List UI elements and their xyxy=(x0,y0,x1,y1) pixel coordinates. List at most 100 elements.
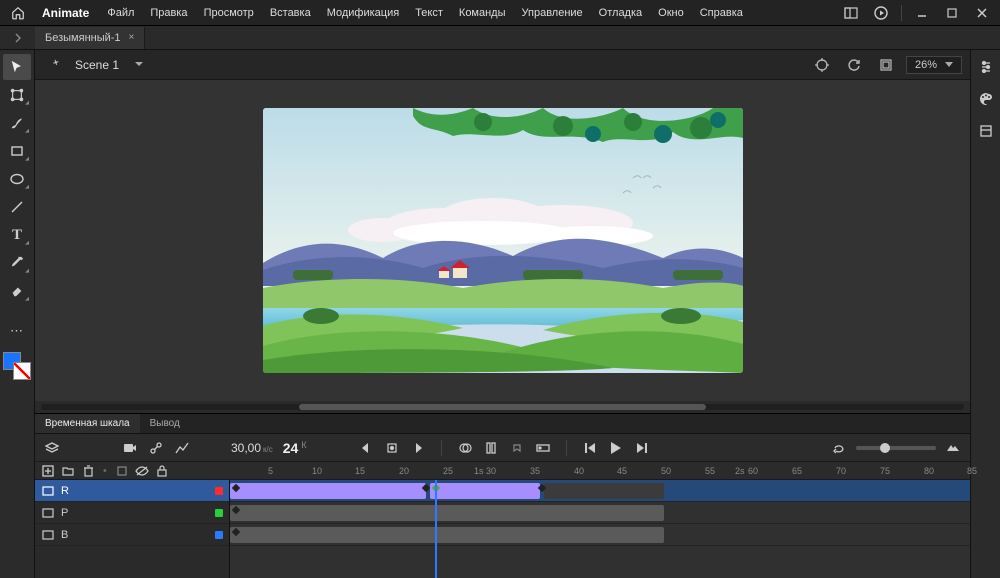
scrollbar-thumb[interactable] xyxy=(299,404,705,410)
tracks-area[interactable] xyxy=(230,480,970,578)
text-tool[interactable]: T◢ xyxy=(3,222,31,248)
slider-knob[interactable] xyxy=(880,443,890,453)
menu-text[interactable]: Текст xyxy=(407,7,451,19)
clip-view-icon[interactable] xyxy=(874,53,898,77)
menu-view[interactable]: Просмотр xyxy=(196,7,262,19)
tools-panel: ◢ ◢ ◢ ◢ T◢ ◢ ◢ ⋯ xyxy=(0,50,35,578)
home-icon[interactable] xyxy=(4,0,32,26)
track-row[interactable] xyxy=(230,524,970,546)
oval-tool[interactable]: ◢ xyxy=(3,166,31,192)
fps-display[interactable]: 30,00 к/с xyxy=(231,441,273,455)
tween-span[interactable] xyxy=(544,483,664,499)
rotate-view-icon[interactable] xyxy=(842,53,866,77)
play-icon[interactable] xyxy=(867,3,895,23)
camera-icon[interactable] xyxy=(121,439,139,457)
free-transform-tool[interactable]: ◢ xyxy=(3,82,31,108)
ruler-tick: 1s xyxy=(474,466,484,476)
tween-span[interactable] xyxy=(230,505,664,521)
more-tools-icon[interactable]: ⋯ xyxy=(3,318,31,344)
graph-icon[interactable] xyxy=(173,439,191,457)
create-tween-icon[interactable] xyxy=(534,439,552,457)
step-back-icon[interactable] xyxy=(581,439,599,457)
layer-row[interactable]: R xyxy=(35,480,229,502)
document-tab[interactable]: Безымянный-1 × xyxy=(35,27,145,49)
color-panel-icon[interactable] xyxy=(972,86,1000,112)
chevron-down-icon[interactable] xyxy=(127,53,151,77)
insert-keyframe-icon[interactable] xyxy=(383,439,401,457)
line-tool[interactable] xyxy=(3,194,31,220)
prev-keyframe-icon[interactable] xyxy=(357,439,375,457)
zoom-value: 26% xyxy=(915,59,937,71)
marker-icon[interactable] xyxy=(508,439,526,457)
fill-color-swatch[interactable] xyxy=(13,362,31,380)
selection-tool[interactable] xyxy=(3,54,31,80)
new-folder-icon[interactable] xyxy=(61,462,75,480)
step-forward-icon[interactable] xyxy=(633,439,651,457)
layers-icon[interactable] xyxy=(43,439,61,457)
playhead[interactable] xyxy=(435,480,437,578)
tab-timeline[interactable]: Временная шкала xyxy=(35,414,140,433)
lock-icon[interactable] xyxy=(155,462,169,480)
rectangle-tool[interactable]: ◢ xyxy=(3,138,31,164)
scene-name[interactable]: Scene 1 xyxy=(67,58,127,72)
layer-row[interactable]: B xyxy=(35,524,229,546)
layer-type-icon xyxy=(41,528,55,542)
new-layer-icon[interactable] xyxy=(41,462,55,480)
edit-multiple-icon[interactable] xyxy=(482,439,500,457)
menu-file[interactable]: Файл xyxy=(99,7,142,19)
fit-timeline-icon[interactable] xyxy=(944,439,962,457)
document-tab-bar: Безымянный-1 × xyxy=(0,26,1000,50)
ruler-tick: 65 xyxy=(792,466,802,476)
menu-help[interactable]: Справка xyxy=(692,7,751,19)
doctab-menu-icon[interactable] xyxy=(0,33,35,43)
onion-skin-icon[interactable] xyxy=(456,439,474,457)
close-icon[interactable]: × xyxy=(129,32,135,43)
workspace-switcher-icon[interactable] xyxy=(837,3,865,23)
brush-tool[interactable]: ◢ xyxy=(3,110,31,136)
scene-icon[interactable] xyxy=(43,53,67,77)
window-maximize-icon[interactable] xyxy=(938,3,966,23)
properties-panel-icon[interactable] xyxy=(972,54,1000,80)
timeline-toolbar: 30,00 к/с 24 К xyxy=(35,434,970,462)
menu-debug[interactable]: Отладка xyxy=(591,7,650,19)
zoom-field[interactable]: 26% xyxy=(906,56,962,74)
highlight-layers-icon[interactable] xyxy=(115,462,129,480)
library-panel-icon[interactable] xyxy=(972,118,1000,144)
layer-row[interactable]: P xyxy=(35,502,229,524)
window-minimize-icon[interactable] xyxy=(908,3,936,23)
menu-insert[interactable]: Вставка xyxy=(262,7,319,19)
next-keyframe-icon[interactable] xyxy=(409,439,427,457)
menu-commands[interactable]: Команды xyxy=(451,7,514,19)
menu-edit[interactable]: Правка xyxy=(142,7,195,19)
eraser-tool[interactable]: ◢ xyxy=(3,278,31,304)
tab-output[interactable]: Вывод xyxy=(140,414,190,433)
stage[interactable] xyxy=(35,80,970,401)
ruler-tick: 30 xyxy=(486,466,496,476)
ruler-tick: 75 xyxy=(880,466,890,476)
timeline-zoom-slider[interactable] xyxy=(856,446,936,450)
ruler-tick: 15 xyxy=(355,466,365,476)
ruler-tick: 20 xyxy=(399,466,409,476)
color-swatches[interactable] xyxy=(3,352,31,380)
center-stage-icon[interactable] xyxy=(810,53,834,77)
visibility-icon[interactable] xyxy=(135,462,149,480)
loop-icon[interactable] xyxy=(830,439,848,457)
menu-window[interactable]: Окно xyxy=(650,7,692,19)
window-close-icon[interactable] xyxy=(968,3,996,23)
track-row[interactable] xyxy=(230,502,970,524)
canvas[interactable] xyxy=(263,108,743,373)
play-button[interactable] xyxy=(607,439,625,457)
current-frame: 24 xyxy=(283,440,299,456)
tween-span[interactable] xyxy=(230,527,664,543)
layer-depth-icon[interactable] xyxy=(147,439,165,457)
tween-span[interactable] xyxy=(430,483,540,499)
menu-modify[interactable]: Модификация xyxy=(319,7,408,19)
tween-span[interactable] xyxy=(230,483,426,499)
delete-layer-icon[interactable] xyxy=(81,462,95,480)
stage-hscroll[interactable] xyxy=(35,401,970,413)
frame-ruler[interactable]: 5101520251s3035404550552s606570758085 xyxy=(230,462,970,480)
current-frame-display[interactable]: 24 К xyxy=(283,440,307,456)
menu-control[interactable]: Управление xyxy=(514,7,591,19)
track-row[interactable] xyxy=(230,480,970,502)
eyedropper-tool[interactable]: ◢ xyxy=(3,250,31,276)
